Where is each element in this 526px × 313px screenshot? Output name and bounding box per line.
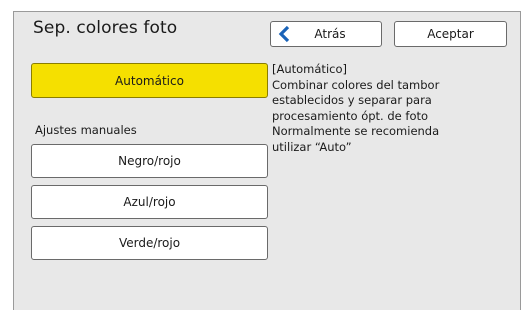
mode-auto-label: Automático — [115, 73, 184, 88]
description-line: utilizar “Auto” — [272, 139, 352, 154]
mode-blue-red-label: Azul/rojo — [123, 195, 176, 209]
mode-black-red-button[interactable]: Negro/rojo — [31, 144, 268, 178]
back-button[interactable]: Atrás — [270, 21, 382, 47]
mode-description: [Automático] Combinar colores del tambor… — [272, 62, 512, 155]
back-button-label: Atrás — [314, 27, 346, 41]
description-line: Combinar colores del tambor — [272, 77, 440, 92]
chevron-left-icon — [278, 25, 290, 43]
description-line: Normalmente se recomienda — [272, 124, 440, 138]
accept-button-label: Aceptar — [427, 27, 474, 41]
mode-black-red-label: Negro/rojo — [118, 154, 181, 168]
page-title: Sep. colores foto — [33, 18, 178, 38]
description-line: procesamiento ópt. de foto — [272, 108, 429, 123]
mode-auto-button[interactable]: Automático — [31, 63, 268, 98]
mode-green-red-button[interactable]: Verde/rojo — [31, 226, 268, 260]
photo-color-separation-panel: Sep. colores foto Atrás Aceptar Automáti… — [13, 11, 521, 310]
description-line: [Automático] — [272, 62, 347, 76]
accept-button[interactable]: Aceptar — [394, 21, 507, 47]
mode-blue-red-button[interactable]: Azul/rojo — [31, 185, 268, 219]
description-line: establecidos y separar para — [272, 93, 432, 107]
mode-green-red-label: Verde/rojo — [118, 236, 181, 250]
manual-settings-heading: Ajustes manuales — [35, 123, 137, 137]
